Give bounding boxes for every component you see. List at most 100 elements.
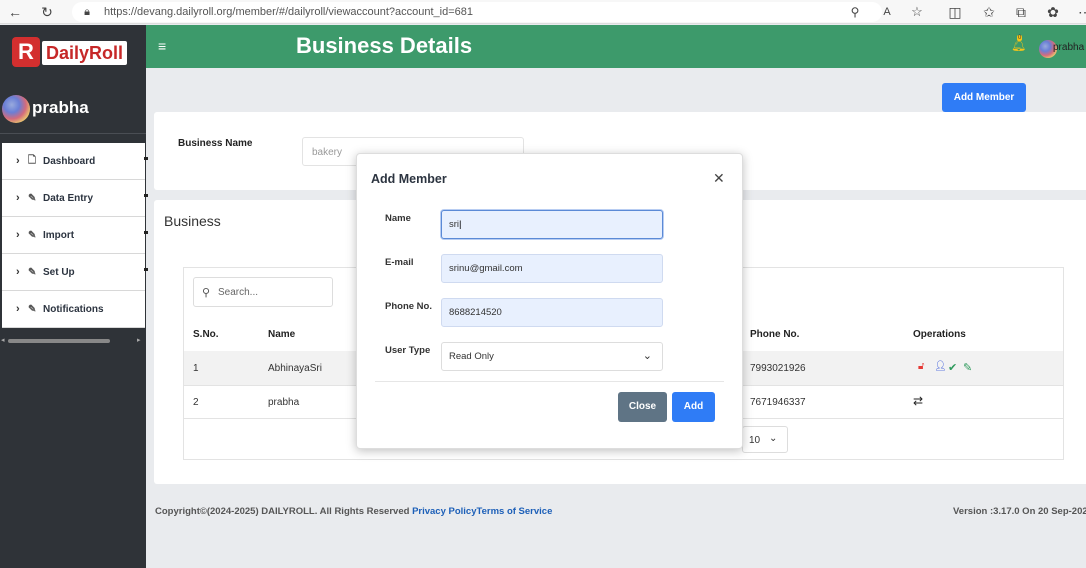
logo-text: DailyRoll <box>42 41 128 65</box>
sidebar-item-label: Dashboard <box>43 155 96 167</box>
sidebar-user-name: prabha <box>32 98 89 117</box>
header-user-name[interactable]: prabha <box>1053 42 1084 53</box>
chevron-right-icon: › <box>16 266 20 278</box>
sidebar-menu: › 🗋 Dashboard › ✎ Data Entry › ✎ Import … <box>2 143 148 328</box>
sidebar-item-notifications[interactable]: › ✎ Notifications <box>2 291 145 328</box>
phone-field[interactable]: 8688214520 <box>441 298 663 327</box>
sidebar-item-label: Data Entry <box>43 192 94 204</box>
user-type-label: User Type <box>385 345 431 356</box>
page-size-select[interactable]: 10 ⌄ <box>742 426 788 453</box>
more-options-icon[interactable]: ⋯ <box>1076 3 1086 21</box>
privacy-policy-link[interactable]: Privacy Policy <box>412 506 476 517</box>
row-sno: 1 <box>193 363 199 374</box>
name-value: sri <box>449 219 460 230</box>
top-header: ≡ Business Details 🔔︎ 0 prabha <box>146 25 1086 68</box>
pencil-icon: ✎ <box>28 266 37 278</box>
sidebar-item-dashboard[interactable]: › 🗋 Dashboard <box>2 143 148 180</box>
hamburger-menu-icon[interactable]: ≡ <box>158 38 166 54</box>
user-icon[interactable]: 👤︎ <box>934 361 947 372</box>
page-size-value: 10 <box>749 435 761 446</box>
chevron-right-icon: › <box>16 192 20 204</box>
read-aloud-icon[interactable]: A <box>878 3 896 21</box>
chevron-right-icon: › <box>16 229 20 241</box>
terms-link[interactable]: Terms of Service <box>477 506 553 517</box>
pencil-icon: ✎ <box>28 192 37 204</box>
column-header-name: Name <box>268 329 296 340</box>
url-text: https://devang.dailyroll.org/member/#/da… <box>104 6 474 18</box>
avatar <box>2 95 30 123</box>
browser-toolbar: ← ↻ 🔒︎ https://devang.dailyroll.org/memb… <box>0 0 1086 24</box>
pencil-icon: ✎ <box>28 229 37 241</box>
add-button[interactable]: Add <box>672 392 715 422</box>
menu-marker <box>144 231 148 234</box>
logo-mark: R <box>12 37 40 67</box>
name-field[interactable]: sri| <box>441 210 663 239</box>
sidebar-item-data-entry[interactable]: › ✎ Data Entry <box>2 180 148 217</box>
notification-badge: 0 <box>1017 35 1023 41</box>
chevron-down-icon: ⌄ <box>769 433 778 444</box>
email-label: E-mail <box>385 257 414 268</box>
menu-marker <box>144 268 148 271</box>
sidebar-scrollbar[interactable]: ◂ ▸ <box>0 336 146 346</box>
pencil-icon: ✎ <box>28 303 37 315</box>
copyright-text: Copyright©(2024-2025) DAILYROLL. All Rig… <box>155 506 413 517</box>
edit-pencil-icon[interactable]: ✎ <box>963 361 972 374</box>
sidebar-item-import[interactable]: › ✎ Import <box>2 217 148 254</box>
column-header-sno: S.No. <box>193 329 219 340</box>
sidebar-item-label: Set Up <box>43 266 75 278</box>
collections-icon[interactable]: ⧉ <box>1012 3 1030 21</box>
sidebar-divider <box>0 133 146 134</box>
chevron-right-icon: › <box>16 303 20 315</box>
sidebar-item-set-up[interactable]: › ✎ Set Up <box>2 254 148 291</box>
text-cursor: | <box>459 219 462 230</box>
sidebar-item-label: Notifications <box>43 303 104 315</box>
sidebar: R DailyRoll prabha › 🗋 Dashboard › ✎ Dat… <box>0 25 148 568</box>
name-label: Name <box>385 213 411 224</box>
row-name: prabha <box>268 397 300 408</box>
row-phone: 7993021926 <box>750 363 806 374</box>
extensions-icon[interactable]: ✿ <box>1044 3 1062 21</box>
row-name: AbhinayaSri <box>268 363 322 374</box>
modal-title: Add Member <box>371 172 447 186</box>
column-header-operations: Operations <box>913 329 966 340</box>
favorite-star-icon[interactable]: ☆ <box>908 3 926 21</box>
close-button[interactable]: Close <box>618 392 667 422</box>
add-member-modal: Add Member ✕ Name sri| E-mail srinu@gmai… <box>356 153 743 449</box>
page-title: Business Details <box>296 33 473 58</box>
phone-label: Phone No. <box>385 301 432 312</box>
file-icon: 🗋 <box>28 154 37 166</box>
address-bar[interactable]: 🔒︎ https://devang.dailyroll.org/member/#… <box>72 2 923 22</box>
logo: R DailyRoll <box>12 37 130 67</box>
user-type-select[interactable]: Read Only ⌄ <box>441 342 663 371</box>
row-phone: 7671946337 <box>750 397 806 408</box>
chevron-right-icon: › <box>16 155 20 167</box>
bell-icon[interactable]: 🔔︎ 0 <box>1011 35 1026 52</box>
add-member-button[interactable]: Add Member <box>942 83 1026 112</box>
close-icon[interactable]: ✕ <box>713 170 725 187</box>
footer-version: Version :3.17.0 On 20 Sep-2024 <box>953 506 1086 517</box>
business-name-label: Business Name <box>178 138 253 149</box>
lock-icon: 🔒︎ <box>84 6 90 18</box>
scroll-left-icon[interactable]: ◂ <box>1 336 5 344</box>
favorites-icon[interactable]: ✩ <box>980 3 998 21</box>
refresh-icon[interactable]: ↻ <box>38 3 56 21</box>
lock-icon[interactable]: 🔓︎ <box>918 361 924 372</box>
email-field[interactable]: srinu@gmail.com <box>441 254 663 283</box>
menu-marker <box>144 157 148 160</box>
row-sno: 2 <box>193 397 199 408</box>
sidebar-item-label: Import <box>43 229 75 241</box>
split-screen-icon[interactable]: ◫ <box>946 3 964 21</box>
column-header-phone: Phone No. <box>750 329 800 340</box>
scrollbar-thumb[interactable] <box>8 339 110 343</box>
check-circle-icon[interactable]: ✔ <box>948 361 957 374</box>
search-placeholder: Search... <box>218 287 259 298</box>
back-arrow-icon[interactable]: ← <box>6 3 24 21</box>
scroll-right-icon[interactable]: ▸ <box>137 336 141 344</box>
search-icon: ⚲ <box>202 287 211 299</box>
transfer-icon[interactable]: ⇄ <box>913 394 923 408</box>
footer-copyright: Copyright©(2024-2025) DAILYROLL. All Rig… <box>155 506 552 517</box>
search-input[interactable]: ⚲ Search... <box>193 277 333 307</box>
section-title: Business <box>164 213 221 229</box>
modal-divider <box>375 381 724 382</box>
zoom-icon[interactable]: ⚲ <box>846 3 864 21</box>
